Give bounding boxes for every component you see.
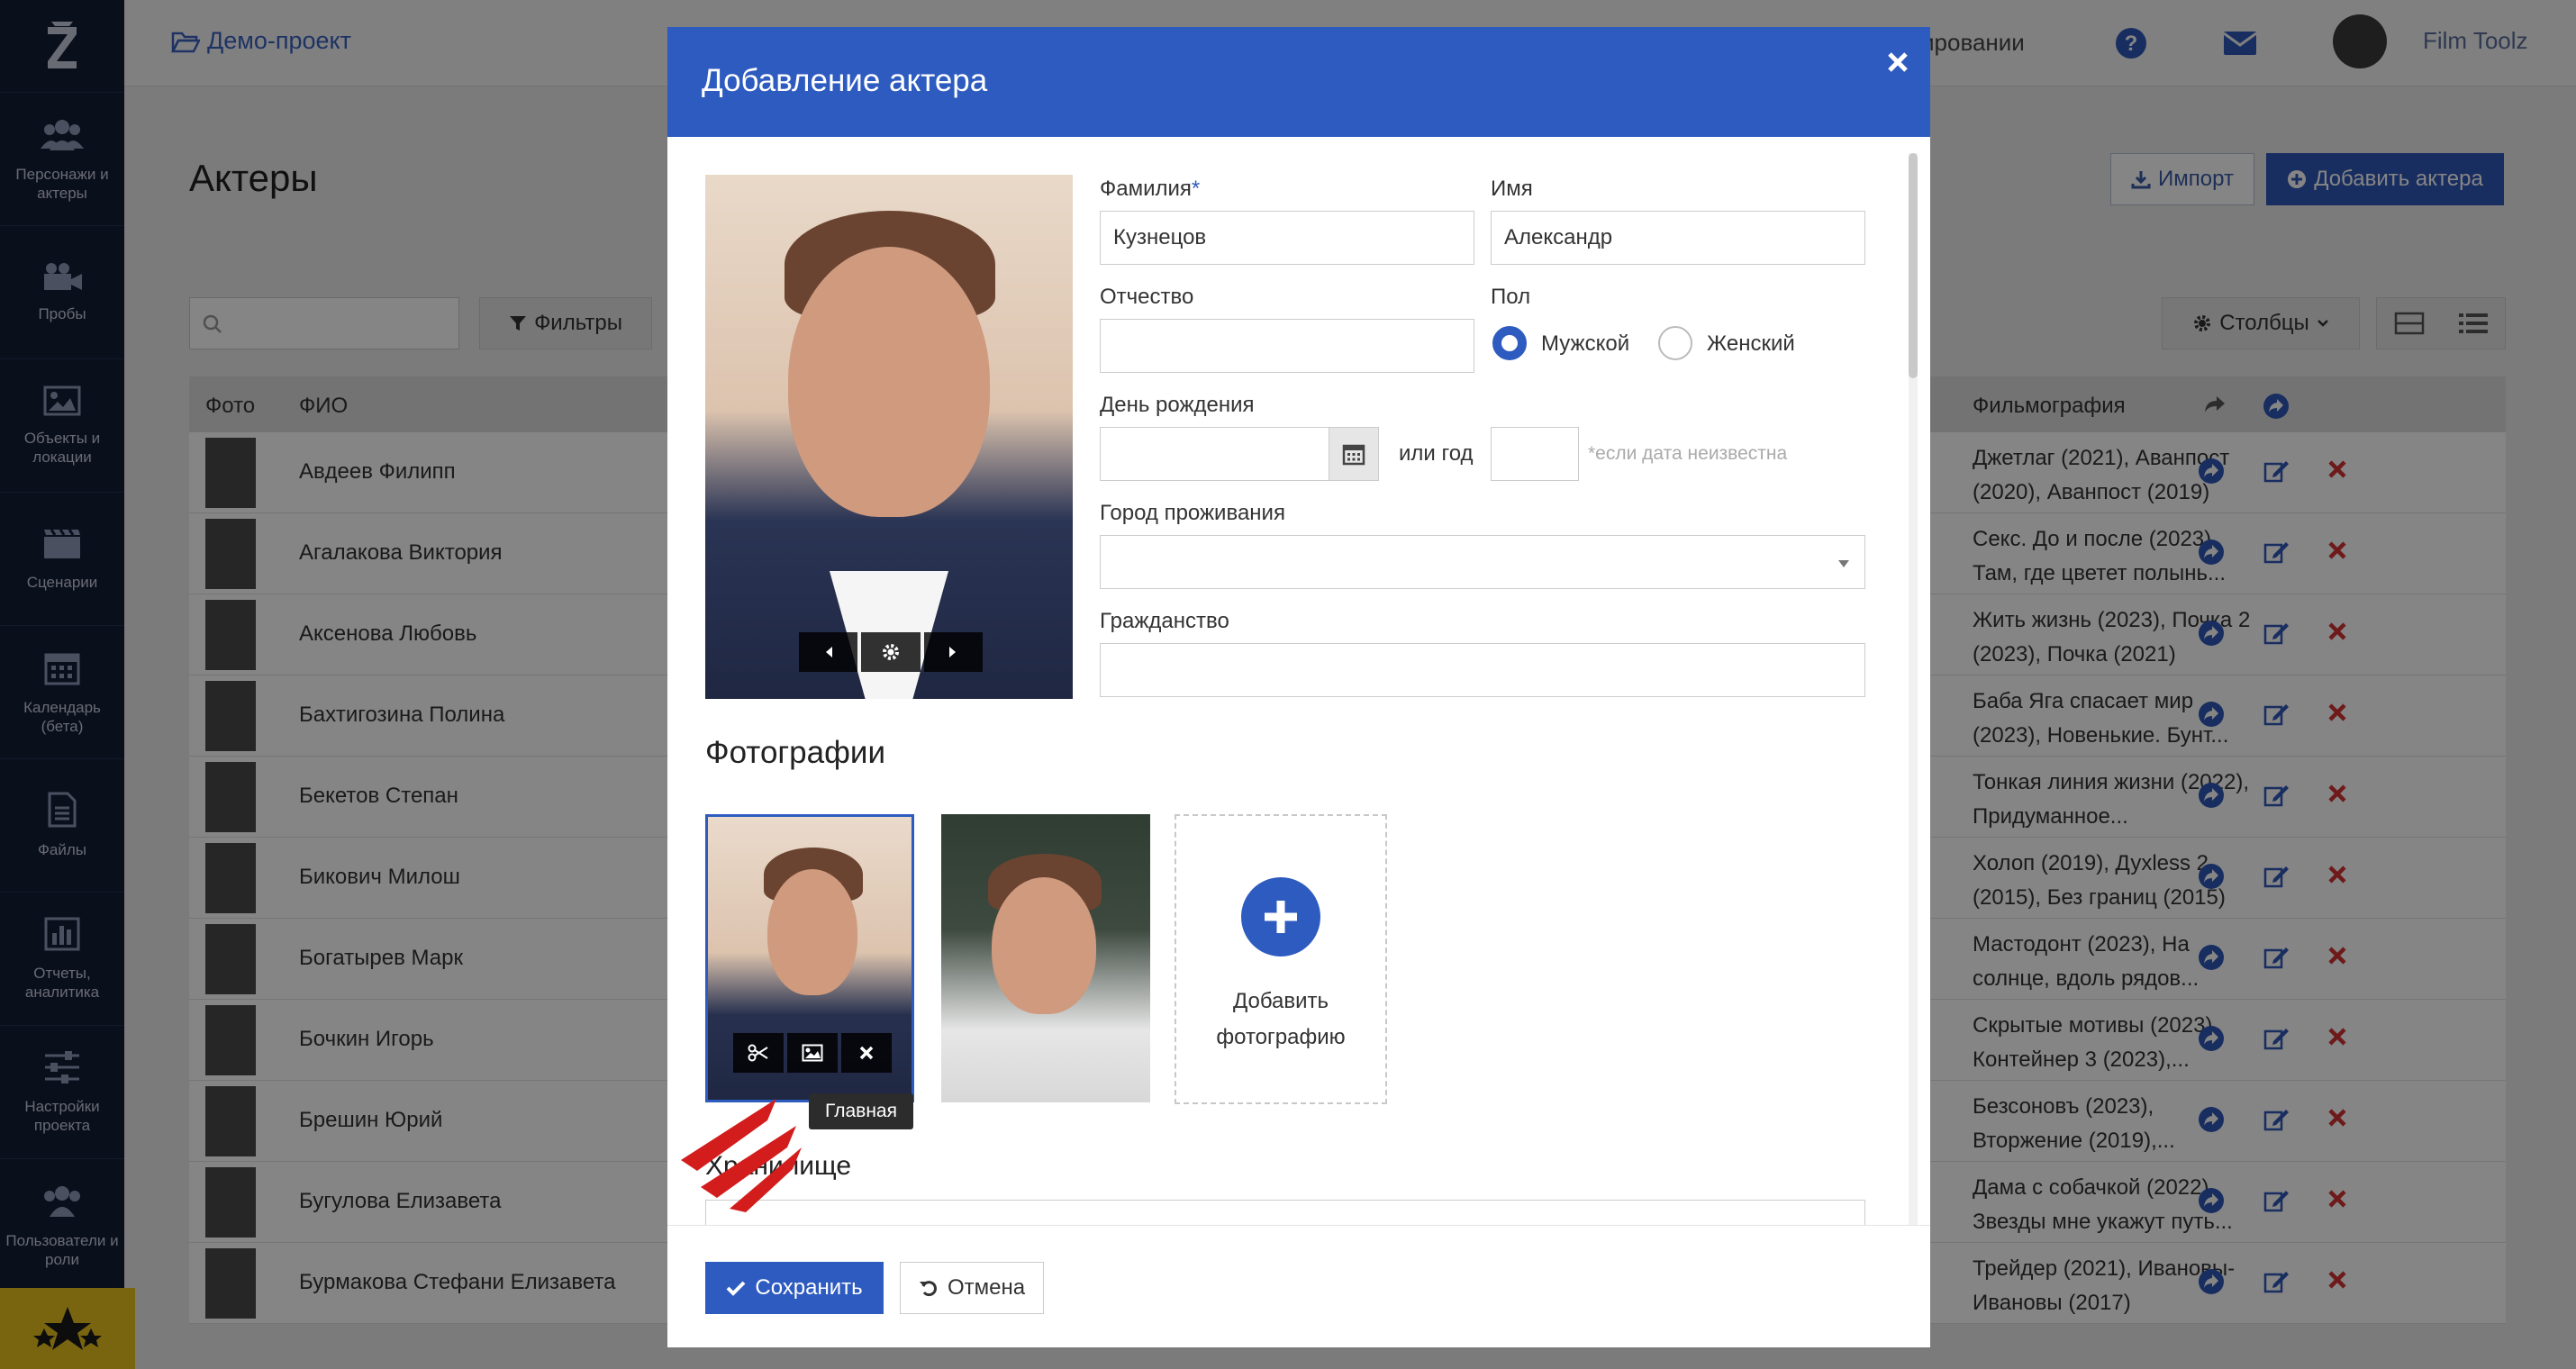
crop-button[interactable] xyxy=(733,1033,784,1073)
main-photo xyxy=(705,175,1073,699)
modal-footer: Сохранить Отмена xyxy=(667,1225,1930,1347)
or-year-label: или год xyxy=(1399,441,1474,466)
city-label: Город проживания xyxy=(1100,501,1285,525)
cancel-button[interactable]: Отмена xyxy=(900,1262,1044,1314)
scissors-icon xyxy=(748,1044,768,1062)
plus-circle-icon xyxy=(1241,877,1320,956)
add-photo-button[interactable]: Добавить фотографию xyxy=(1175,814,1387,1104)
thumb-face xyxy=(767,869,857,995)
citizenship-input[interactable] xyxy=(1100,643,1865,697)
modal-header: Добавление актера xyxy=(667,27,1930,137)
citizenship-label: Гражданство xyxy=(1100,609,1229,633)
check-icon xyxy=(726,1281,746,1296)
modal-scrollbar[interactable] xyxy=(1909,153,1918,1225)
middle-name-label: Отчество xyxy=(1100,285,1194,309)
middle-name-input[interactable] xyxy=(1100,319,1474,373)
birthday-input[interactable] xyxy=(1100,427,1330,481)
add-photo-label: Добавить фотографию xyxy=(1216,989,1346,1049)
scrollbar-thumb[interactable] xyxy=(1909,153,1918,378)
next-photo-button[interactable] xyxy=(923,632,983,672)
annotation-arrow-icon xyxy=(681,1099,802,1212)
thumb-controls xyxy=(733,1033,892,1073)
photo-settings-button[interactable] xyxy=(861,632,921,672)
first-name-label: Имя xyxy=(1491,177,1533,201)
modal-title: Добавление актера xyxy=(702,63,988,98)
prev-photo-button[interactable] xyxy=(799,632,858,672)
city-select[interactable] xyxy=(1100,535,1865,589)
year-hint: *если дата неизвестна xyxy=(1588,443,1788,464)
last-name-label: Фамилия* xyxy=(1100,177,1200,202)
last-name-label-text: Фамилия xyxy=(1100,177,1192,201)
close-icon xyxy=(859,1046,874,1060)
gear-icon xyxy=(882,644,899,660)
calendar-icon xyxy=(1342,444,1365,466)
gender-label: Пол xyxy=(1491,285,1531,309)
photo-thumb-2[interactable] xyxy=(941,814,1150,1102)
photos-section-title: Фотографии xyxy=(705,735,886,770)
gender-male-radio[interactable] xyxy=(1492,326,1527,360)
photo-face xyxy=(788,247,990,517)
set-main-photo-button[interactable] xyxy=(787,1033,838,1073)
first-name-input[interactable]: Александр xyxy=(1491,211,1865,265)
last-name-input[interactable]: Кузнецов xyxy=(1100,211,1474,265)
photo-thumb-main[interactable] xyxy=(705,814,914,1102)
undo-icon xyxy=(919,1281,937,1297)
storage-field[interactable] xyxy=(705,1200,1865,1225)
close-button[interactable] xyxy=(1885,45,1910,81)
save-label: Сохранить xyxy=(755,1275,863,1300)
birthday-label: День рождения xyxy=(1100,393,1255,417)
modal-body: Фамилия* Кузнецов Имя Александр Отчество… xyxy=(667,137,1930,1225)
photo-controls xyxy=(799,632,983,672)
caret-right-icon xyxy=(949,647,957,657)
main-photo-tooltip: Главная xyxy=(809,1093,913,1129)
close-icon xyxy=(1888,52,1908,72)
calendar-button[interactable] xyxy=(1329,427,1379,481)
birth-year-input[interactable] xyxy=(1491,427,1579,481)
delete-photo-button[interactable] xyxy=(841,1033,892,1073)
required-marker: * xyxy=(1191,177,1201,201)
gender-female-label[interactable]: Женский xyxy=(1707,331,1795,357)
cancel-label: Отмена xyxy=(947,1275,1026,1300)
thumb-face xyxy=(992,877,1096,1014)
caret-left-icon xyxy=(825,647,832,657)
plus-icon xyxy=(1265,901,1297,933)
image-icon xyxy=(802,1044,823,1062)
gender-male-label[interactable]: Мужской xyxy=(1541,331,1629,357)
gender-female-radio[interactable] xyxy=(1658,326,1692,360)
add-actor-modal: Добавление актера Фамилия* Кузнецов Имя … xyxy=(667,27,1930,1347)
caret-down-icon xyxy=(1838,560,1849,567)
save-button[interactable]: Сохранить xyxy=(705,1262,884,1314)
